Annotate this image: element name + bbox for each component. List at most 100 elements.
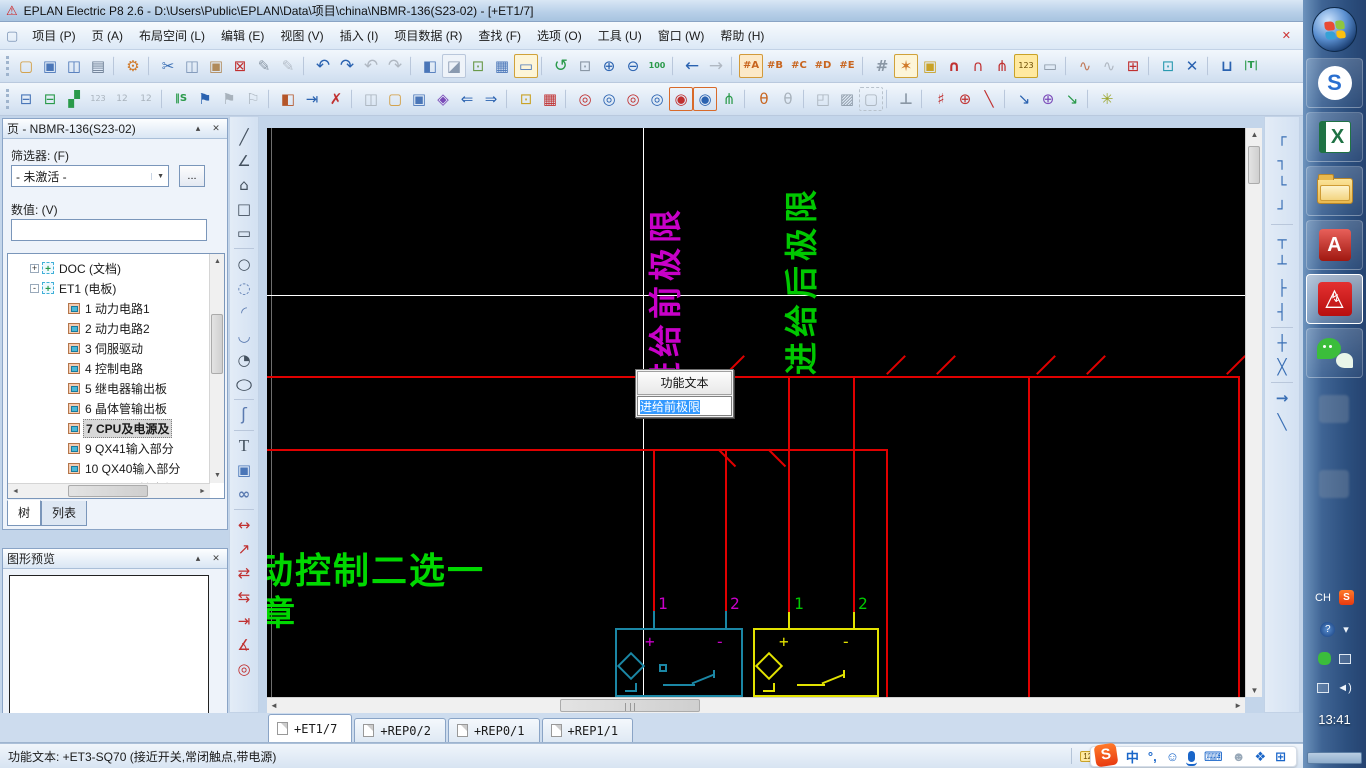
separator[interactable] xyxy=(1207,56,1212,76)
separator[interactable] xyxy=(1148,56,1153,76)
zoom-window-icon[interactable]: ⊡ xyxy=(573,54,597,78)
stamp-icon[interactable]: ⊥ xyxy=(894,87,918,111)
scroll-up-icon[interactable]: ▲ xyxy=(1246,130,1263,139)
workbook-grid-icon[interactable]: ▦ xyxy=(490,54,514,78)
wire-segment[interactable] xyxy=(1238,376,1240,697)
t-node-down-icon[interactable]: ┬ xyxy=(1269,228,1295,252)
ime-account-icon[interactable]: ☻ xyxy=(1232,749,1246,764)
tree-item[interactable]: 2 动力电路2 xyxy=(8,318,204,338)
connection-cut-icon[interactable]: ╲ xyxy=(977,87,1001,111)
toolbar-grip[interactable] xyxy=(6,89,10,109)
taskbar-file-explorer[interactable] xyxy=(1306,166,1363,216)
move-magnet-icon[interactable]: ∩ xyxy=(966,54,990,78)
close-document-button[interactable]: ✕ xyxy=(1276,27,1297,44)
wire-jog[interactable] xyxy=(936,355,956,375)
number-12b-icon[interactable]: 12 xyxy=(134,87,158,111)
tree-item[interactable]: 4 控制电路 xyxy=(8,358,204,378)
taskbar-eplan-active[interactable]: △ ↯ xyxy=(1306,274,1363,324)
cable-gray-icon[interactable]: θ xyxy=(776,87,800,111)
select-similar-icon[interactable]: ⊡ xyxy=(514,87,538,111)
canvas-horizontal-scrollbar[interactable]: ◄ ► xyxy=(267,697,1245,713)
panel-close-icon[interactable]: ✕ xyxy=(209,552,223,565)
expand-tree-icon[interactable]: ⊟ xyxy=(38,87,62,111)
new-page2-icon[interactable]: ▢ xyxy=(383,87,407,111)
page-history-icon[interactable]: ▣ xyxy=(407,87,431,111)
window-new-icon[interactable]: ◧ xyxy=(418,54,442,78)
page-tab[interactable]: +REP1/1 xyxy=(541,718,634,742)
delete-selection-icon[interactable]: ⊠ xyxy=(228,54,252,78)
collapse-tree-icon[interactable]: ⊟ xyxy=(14,87,38,111)
line-tool-icon[interactable]: ╱ xyxy=(231,125,257,149)
separator[interactable] xyxy=(1271,382,1293,383)
snap-grid-icon[interactable]: ✶ xyxy=(894,54,918,78)
wire-segment[interactable] xyxy=(267,376,1240,378)
input-box-icon[interactable]: 123 xyxy=(1014,54,1038,78)
menu-item[interactable]: 窗口 (W) xyxy=(650,26,713,46)
taskbar-autocad[interactable]: A xyxy=(1306,220,1363,270)
tree-item[interactable]: 5 继电器输出板 xyxy=(8,378,204,398)
tree-item[interactable]: 1 动力电路1 xyxy=(8,298,204,318)
pages-panel-header[interactable]: 页 - NBMR-136(S23-02) ▴ ✕ xyxy=(3,119,227,139)
corner-down-left-icon[interactable]: ┐ xyxy=(1269,149,1295,173)
device-sel1-icon[interactable]: ◉ xyxy=(669,87,693,111)
grid-d-icon[interactable]: #D xyxy=(811,54,835,78)
separator[interactable] xyxy=(921,89,926,109)
dim-baseline-icon[interactable]: ⇥ xyxy=(231,609,257,633)
corner-up-left-icon[interactable]: ┘ xyxy=(1269,197,1295,221)
filter-dropdown[interactable]: - 未激活 - ▼ xyxy=(11,165,169,187)
device-branch-icon[interactable]: ⋔ xyxy=(717,87,741,111)
handle-select-icon[interactable]: ⊡ xyxy=(1156,54,1180,78)
menu-item[interactable]: 插入 (I) xyxy=(332,26,387,46)
window-tile-icon[interactable]: ◪ xyxy=(442,54,466,78)
separator[interactable] xyxy=(1087,89,1092,109)
canvas-vertical-scrollbar[interactable]: ▲ ▼ xyxy=(1245,128,1262,697)
panel-close-icon[interactable]: ✕ xyxy=(209,122,223,135)
wire-segment[interactable] xyxy=(853,376,855,612)
spline-tool-icon[interactable]: ʃ xyxy=(231,403,257,427)
page-next-icon[interactable]: ⇒ xyxy=(479,87,503,111)
wire-jog[interactable] xyxy=(767,448,787,468)
rectangle-tool-icon[interactable]: □ xyxy=(231,197,257,221)
tree-expander-icon[interactable]: - xyxy=(30,283,39,293)
menu-item[interactable]: 布局空间 (L) xyxy=(131,26,213,46)
separator[interactable] xyxy=(148,56,153,76)
schematic-canvas[interactable]: 进给前极限 进给后极限 动控制二选一 章 1 2 + - 1 2 + - 功能文… xyxy=(267,128,1245,697)
page-properties-icon[interactable]: ◫ xyxy=(62,54,86,78)
shopping-cart-icon[interactable]: ⊔ xyxy=(1215,54,1239,78)
scroll-down-icon[interactable]: ▼ xyxy=(1246,686,1263,695)
circle-tool-icon[interactable]: ○ xyxy=(231,252,257,276)
tray-sogou-icon[interactable]: S xyxy=(1338,590,1354,605)
component2-terminal-stub[interactable] xyxy=(853,612,855,628)
wire-jog[interactable] xyxy=(886,355,906,375)
scroll-down-icon[interactable]: ▼ xyxy=(210,468,224,483)
wire-jog[interactable] xyxy=(717,448,737,468)
number-123-icon[interactable]: 123 xyxy=(86,87,110,111)
ime-microphone-icon[interactable] xyxy=(1185,751,1197,766)
grid-a-icon[interactable]: #A xyxy=(739,54,763,78)
number-12-icon[interactable]: 12 xyxy=(110,87,134,111)
diag-node-icon[interactable]: ╳ xyxy=(1269,355,1295,379)
page-tab[interactable]: +ET1/7 xyxy=(268,714,353,742)
taskbar-sogou-browser[interactable]: S xyxy=(1306,58,1363,108)
scroll-up-icon[interactable]: ▲ xyxy=(210,254,224,269)
tree-horizontal-scrollbar[interactable]: ◄ ► xyxy=(8,483,210,498)
tray-language-indicator[interactable]: CH xyxy=(1315,592,1331,604)
dim-chain2-icon[interactable]: ⇆ xyxy=(231,585,257,609)
zoom-in-icon[interactable]: ⊕ xyxy=(597,54,621,78)
paste-icon[interactable]: ▣ xyxy=(204,54,228,78)
taskbar-wechat[interactable] xyxy=(1306,328,1363,378)
cancel-pointer-icon[interactable]: ✗ xyxy=(324,87,348,111)
taskbar-excel[interactable]: X xyxy=(1306,112,1363,162)
device-nav4-icon[interactable]: ◎ xyxy=(645,87,669,111)
wire-segment[interactable] xyxy=(886,449,888,697)
separator[interactable] xyxy=(886,89,891,109)
value-input[interactable] xyxy=(11,219,207,241)
scroll-left-icon[interactable]: ◄ xyxy=(8,484,23,498)
separator[interactable] xyxy=(862,56,867,76)
zoom-out-icon[interactable]: ⊖ xyxy=(621,54,645,78)
ime-toolbox-icon[interactable]: ⊞ xyxy=(1275,749,1286,765)
device-nav3-icon[interactable]: ◎ xyxy=(621,87,645,111)
function-text-input[interactable]: 进给前极限 xyxy=(637,396,732,416)
insert-text-icon[interactable]: |T| xyxy=(1239,54,1263,78)
redo-list-icon[interactable]: ↷ xyxy=(383,54,407,78)
